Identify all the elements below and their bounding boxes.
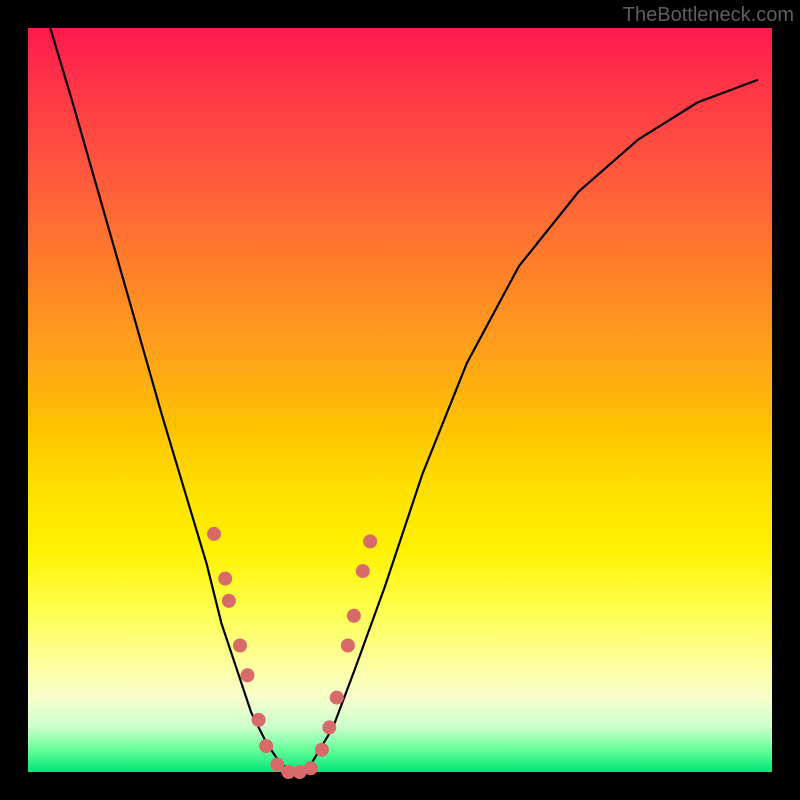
marker-dot [341, 639, 355, 653]
marker-dot [207, 527, 221, 541]
marker-group [207, 527, 377, 779]
plot-area [28, 28, 772, 772]
marker-dot [356, 564, 370, 578]
curve-layer [28, 28, 772, 772]
marker-dot [322, 720, 336, 734]
marker-dot [304, 761, 318, 775]
curve-left-branch [50, 28, 295, 772]
chart-container: TheBottleneck.com [0, 0, 800, 800]
marker-dot [252, 713, 266, 727]
marker-dot [241, 668, 255, 682]
marker-dot [218, 572, 232, 586]
watermark-text: TheBottleneck.com [623, 4, 794, 27]
marker-dot [315, 743, 329, 757]
curve-right-branch [296, 80, 757, 772]
marker-dot [222, 594, 236, 608]
marker-dot [259, 739, 273, 753]
marker-dot [363, 534, 377, 548]
marker-dot [347, 609, 361, 623]
marker-dot [330, 691, 344, 705]
marker-dot [233, 639, 247, 653]
